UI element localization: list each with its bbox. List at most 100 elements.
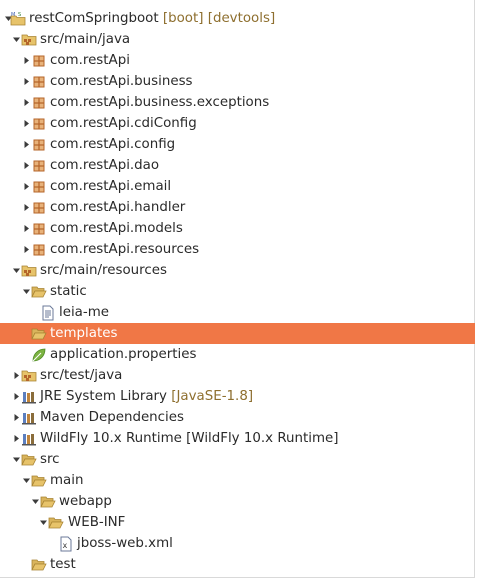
xml-file-icon: x [58,533,74,554]
tree-node-label: com.restApi.cdiConfig [50,113,197,134]
tree-node-static[interactable]: static [0,281,475,302]
collapsed-arrow-icon[interactable] [21,113,31,134]
node-name: WildFly 10.x Runtime [WildFly 10.x Runti… [40,431,339,446]
tree-node-label: com.restApi.email [50,176,171,197]
tree-node-application-properties[interactable]: application.properties [0,344,475,365]
tree-node-restcomspringboot[interactable]: M SrestComSpringboot [boot] [devtools] [0,8,475,29]
tree-node-src-test-java[interactable]: src/test/java [0,365,475,386]
tree-node-com-restapi-dao[interactable]: com.restApi.dao [0,155,475,176]
collapsed-arrow-icon[interactable] [21,92,31,113]
tree-node-label: com.restApi.dao [50,155,159,176]
node-name: src/main/java [40,32,131,47]
source-folder-icon [21,365,37,386]
tree-node-jboss-web-xml[interactable]: x jboss-web.xml [0,533,475,554]
node-name: src/main/resources [40,263,167,278]
tree-node-com-restapi-email[interactable]: com.restApi.email [0,176,475,197]
tree-node-label: test [50,554,76,575]
node-name: com.restApi.cdiConfig [50,116,197,131]
expanded-arrow-icon[interactable] [30,491,40,512]
tree-node-label: com.restApi.handler [50,197,185,218]
tree-node-com-restapi-business-exceptions[interactable]: com.restApi.business.exceptions [0,92,475,113]
collapsed-arrow-icon[interactable] [21,239,31,260]
tree-node-label: application.properties [50,344,196,365]
folder-open-icon [21,449,37,470]
collapsed-arrow-icon[interactable] [21,176,31,197]
tree-node-jre-system-library[interactable]: JRE System Library [JavaSE-1.8] [0,386,475,407]
node-name: com.restApi.business.exceptions [50,95,270,110]
tree-node-label: webapp [59,491,112,512]
package-icon [31,134,47,155]
node-name: main [50,473,84,488]
folder-open-icon [31,470,47,491]
tree-node-label: WildFly 10.x Runtime [WildFly 10.x Runti… [40,428,339,449]
tree-node-com-restapi-handler[interactable]: com.restApi.handler [0,197,475,218]
package-icon [31,218,47,239]
tree-node-label: src [40,449,60,470]
expanded-arrow-icon[interactable] [38,512,48,533]
node-name: src/test/java [40,368,123,383]
node-name: static [50,284,87,299]
node-name: com.restApi [50,53,130,68]
node-decoration: [JavaSE-1.8] [166,389,254,404]
node-name: application.properties [50,347,197,362]
expanded-arrow-icon[interactable] [21,470,31,491]
tree-node-com-restapi-config[interactable]: com.restApi.config [0,134,475,155]
tree-node-label: com.restApi [50,50,130,71]
text-file-icon [40,302,56,323]
tree-node-label: src/main/java [40,29,130,50]
tree-node-com-restapi-resources[interactable]: com.restApi.resources [0,239,475,260]
tree-node-web-inf[interactable]: WEB-INF [0,512,475,533]
collapsed-arrow-icon[interactable] [21,197,31,218]
tree-node-label: com.restApi.config [50,134,175,155]
expanded-arrow-icon[interactable] [11,29,21,50]
package-icon [31,239,47,260]
tree-node-src[interactable]: src [0,449,475,470]
collapsed-arrow-icon[interactable] [21,71,31,92]
package-icon [31,92,47,113]
collapsed-arrow-icon[interactable] [21,155,31,176]
tree-node-main[interactable]: main [0,470,475,491]
folder-open-icon [48,512,64,533]
package-icon [31,113,47,134]
tree-node-templates[interactable]: templates [0,323,475,344]
tree-node-maven-dependencies[interactable]: Maven Dependencies [0,407,475,428]
node-name: restComSpringboot [29,11,159,26]
node-name: com.restApi.handler [50,200,186,215]
expanded-arrow-icon[interactable] [11,260,21,281]
tree-node-com-restapi-models[interactable]: com.restApi.models [0,218,475,239]
tree-node-test[interactable]: test [0,554,475,575]
folder-open-icon [40,491,56,512]
tree-node-src-main-resources[interactable]: src/main/resources [0,260,475,281]
expanded-arrow-icon[interactable] [21,281,31,302]
svg-text:S: S [18,12,21,18]
collapsed-arrow-icon[interactable] [11,365,21,386]
tree-node-com-restapi-cdiconfig[interactable]: com.restApi.cdiConfig [0,113,475,134]
tree-node-src-main-java[interactable]: src/main/java [0,29,475,50]
expanded-arrow-icon[interactable] [11,449,21,470]
node-name: webapp [59,494,112,509]
node-name: Maven Dependencies [40,410,184,425]
tree-node-webapp[interactable]: webapp [0,491,475,512]
collapsed-arrow-icon[interactable] [21,50,31,71]
tree-node-leia-me[interactable]: leia-me [0,302,475,323]
tree-node-com-restapi-business[interactable]: com.restApi.business [0,71,475,92]
tree-node-label: com.restApi.business.exceptions [50,92,269,113]
tree-node-label: restComSpringboot [boot] [devtools] [29,8,275,29]
node-name: com.restApi.models [50,221,183,236]
collapsed-arrow-icon[interactable] [21,134,31,155]
tree-node-com-restapi[interactable]: com.restApi [0,50,475,71]
node-name: leia-me [59,305,109,320]
tree-node-wildfly-10-x-runtime-wildfly-10-x-runtime[interactable]: WildFly 10.x Runtime [WildFly 10.x Runti… [0,428,475,449]
node-name: com.restApi.config [50,137,176,152]
collapsed-arrow-icon[interactable] [11,386,21,407]
tree-node-label: leia-me [59,302,109,323]
node-name: src [40,452,60,467]
library-icon [21,428,37,449]
collapsed-arrow-icon[interactable] [11,428,21,449]
collapsed-arrow-icon[interactable] [11,407,21,428]
node-name: templates [50,326,118,341]
collapsed-arrow-icon[interactable] [21,218,31,239]
source-folder-icon [21,29,37,50]
node-name: com.restApi.resources [50,242,200,257]
tree-node-label: com.restApi.models [50,218,183,239]
